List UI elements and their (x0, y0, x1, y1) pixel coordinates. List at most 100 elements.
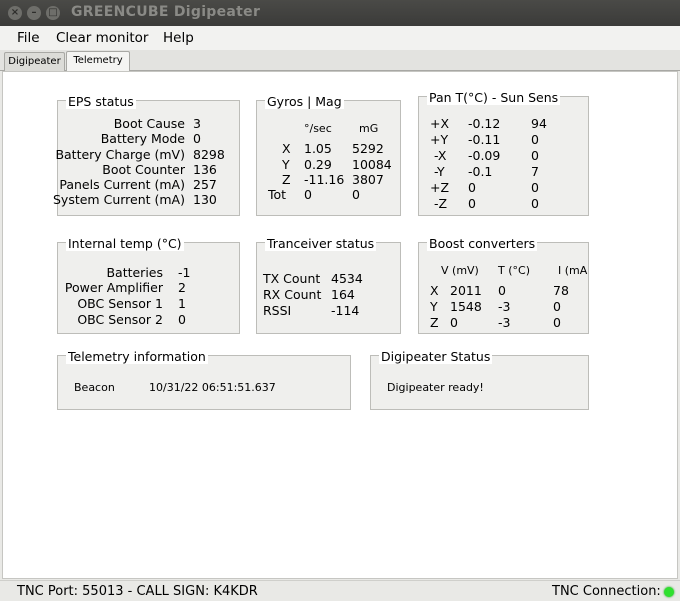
close-window-icon[interactable]: × (8, 6, 22, 20)
gyro-axis: Z (282, 172, 291, 187)
boost-t-value: -3 (498, 299, 511, 314)
temp-value: 0 (178, 312, 186, 327)
digipeater-status-title: Digipeater Status (379, 349, 493, 364)
temp-label: Power Amplifier (64, 280, 163, 295)
digipeater-status-message: Digipeater ready! (387, 381, 484, 394)
pan-temp: -0.1 (468, 164, 493, 179)
internal-temp-group: Internal temp (°C) Batteries -1 Power Am… (57, 237, 240, 334)
pan-axis: -Y (434, 164, 445, 179)
eps-label: Boot Cause (113, 116, 185, 131)
boost-t-value: -3 (498, 315, 511, 330)
pan-temp: -0.12 (468, 116, 501, 131)
sun-value: 0 (531, 180, 539, 195)
boost-i-header: I (mA (558, 264, 588, 277)
pan-axis: -Z (434, 196, 448, 211)
title-bar: × – □ GREENCUBE Digipeater (0, 0, 680, 26)
minimize-window-icon[interactable]: – (27, 6, 41, 20)
tab-digipeater[interactable]: Digipeater (4, 52, 65, 71)
transceiver-label: TX Count (263, 271, 321, 286)
sun-value: 0 (531, 196, 539, 211)
menu-clear-monitor[interactable]: Clear monitor (56, 30, 148, 46)
telemetry-info-title: Telemetry information (66, 349, 208, 364)
gyro-axis: X (282, 141, 291, 156)
telemetry-info-group: Telemetry information Beacon 10/31/22 06… (57, 350, 351, 410)
eps-label: Panels Current (mA) (59, 177, 185, 192)
maximize-window-icon[interactable]: □ (46, 6, 60, 20)
eps-value: 8298 (193, 147, 225, 162)
gyro-axis: Y (282, 157, 290, 172)
pan-temp: 0 (468, 180, 476, 195)
boost-converters-title: Boost converters (427, 236, 538, 251)
boost-i-value: 78 (553, 283, 569, 298)
boost-v-value: 2011 (450, 283, 482, 298)
eps-status-group: EPS status Boot Cause 3 Battery Mode 0 B… (53, 95, 240, 216)
mag-unit-header: mG (359, 122, 379, 135)
temp-value: -1 (178, 265, 191, 280)
pan-temp: 0 (468, 196, 476, 211)
mag-value: 5292 (352, 141, 384, 156)
eps-value: 130 (193, 192, 217, 207)
transceiver-value: 164 (331, 287, 355, 302)
boost-v-value: 0 (450, 315, 458, 330)
gyro-value: 1.05 (304, 141, 332, 156)
pan-axis: +Z (430, 180, 450, 195)
pan-axis: +X (430, 116, 450, 131)
eps-label: Boot Counter (102, 162, 185, 177)
eps-value: 257 (193, 177, 217, 192)
window-title: GREENCUBE Digipeater (71, 4, 261, 20)
transceiver-value: -114 (331, 303, 360, 318)
telemetry-panel: EPS status Boot Cause 3 Battery Mode 0 B… (2, 71, 678, 579)
temp-value: 2 (178, 280, 186, 295)
connection-status-led-icon (664, 587, 674, 597)
eps-value: 0 (193, 131, 201, 146)
boost-t-header: T (°C) (498, 264, 530, 277)
boost-v-value: 1548 (450, 299, 482, 314)
sun-value: 0 (531, 132, 539, 147)
sun-value: 94 (531, 116, 547, 131)
gyros-mag-title: Gyros | Mag (265, 94, 344, 109)
transceiver-status-group: Tranceiver status TX Count 4534 RX Count… (256, 237, 401, 334)
gyro-unit-header: °/sec (304, 122, 332, 135)
pan-sun-title: Pan T(°C) - Sun Sens (427, 90, 561, 105)
gyro-value: 0 (304, 187, 312, 202)
mag-value: 0 (352, 187, 360, 202)
boost-i-value: 0 (553, 299, 561, 314)
internal-temp-title: Internal temp (°C) (66, 236, 184, 251)
menu-help[interactable]: Help (163, 30, 194, 46)
transceiver-label: RX Count (263, 287, 322, 302)
tnc-connection-label: TNC Connection: (552, 584, 661, 599)
eps-label: System Current (mA) (53, 192, 185, 207)
menu-file[interactable]: File (17, 30, 40, 46)
temp-label: OBC Sensor 1 (77, 296, 163, 311)
sun-value: 0 (531, 148, 539, 163)
gyro-value: 0.29 (304, 157, 332, 172)
temp-label: OBC Sensor 2 (77, 312, 163, 327)
boost-converters-group: Boost converters V (mV) T (°C) I (mA X 2… (418, 237, 589, 334)
boost-axis: Z (430, 315, 439, 330)
eps-value: 136 (193, 162, 217, 177)
menu-bar: File Clear monitor Help (0, 26, 680, 50)
eps-label: Battery Charge (mV) (55, 147, 185, 162)
boost-v-header: V (mV) (441, 264, 479, 277)
beacon-label: Beacon (74, 381, 115, 394)
gyro-value: -11.16 (304, 172, 345, 187)
pan-axis: -X (434, 148, 447, 163)
temp-label: Batteries (106, 265, 163, 280)
mag-value: 10084 (352, 157, 392, 172)
beacon-timestamp: 10/31/22 06:51:51.637 (149, 381, 276, 394)
boost-axis: X (430, 283, 439, 298)
temp-value: 1 (178, 296, 186, 311)
gyro-axis: Tot (268, 187, 287, 202)
tab-bar: Digipeater Telemetry (0, 50, 680, 72)
pan-axis: +Y (430, 132, 449, 147)
boost-axis: Y (430, 299, 438, 314)
pan-sun-group: Pan T(°C) - Sun Sens +X -0.12 94 +Y -0.1… (418, 91, 589, 216)
pan-temp: -0.11 (468, 132, 501, 147)
sun-value: 7 (531, 164, 539, 179)
eps-value: 3 (193, 116, 201, 131)
tab-telemetry[interactable]: Telemetry (66, 51, 130, 72)
boost-i-value: 0 (553, 315, 561, 330)
status-bar: TNC Port: 55013 - CALL SIGN: K4KDR TNC C… (0, 580, 680, 601)
pan-temp: -0.09 (468, 148, 501, 163)
transceiver-value: 4534 (331, 271, 363, 286)
